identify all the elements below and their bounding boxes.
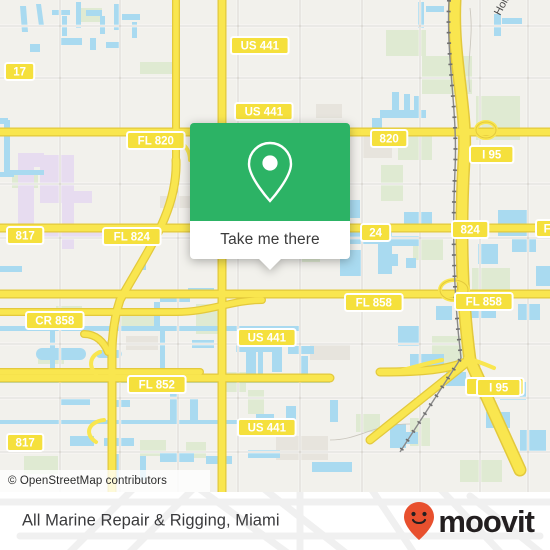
road-shield-label: CR 858 xyxy=(35,316,75,328)
road-shield-label: FL 852 xyxy=(139,380,175,392)
road-shield-label: FL 858 xyxy=(466,297,503,309)
road-shield: 817 xyxy=(6,433,45,452)
place-popup-card[interactable]: Take me there xyxy=(190,123,350,270)
road-shield: CR 858 xyxy=(25,311,85,330)
moovit-wordmark: moovit xyxy=(438,503,535,539)
road-shield: FL 858 xyxy=(344,293,404,312)
place-title: All Marine Repair & Rigging, Miami xyxy=(22,511,280,530)
road-shield-label: US 441 xyxy=(245,107,284,119)
road-shield: 24 xyxy=(360,223,392,242)
osm-attribution[interactable]: © OpenStreetMap contributors xyxy=(0,470,210,492)
footer-bar: All Marine Repair & Rigging, Miami moovi… xyxy=(0,492,550,550)
road-shield-label: FL 858 xyxy=(356,298,393,310)
road-shield: FL 852 xyxy=(127,375,187,394)
road-shield: 817 xyxy=(6,226,45,245)
road-shield-label: US 441 xyxy=(241,41,280,53)
popup-icon-area xyxy=(190,123,350,221)
road-shield: US 441 xyxy=(230,36,290,55)
road-shield-label: 17 xyxy=(13,67,26,79)
road-shield: FL 824 xyxy=(102,227,162,246)
popup-action-area[interactable]: Take me there xyxy=(190,221,350,270)
road-shield-label: 817 xyxy=(16,438,35,450)
osm-attribution-text: © OpenStreetMap contributors xyxy=(8,475,167,487)
road-shield-label: US 441 xyxy=(248,423,287,435)
road-shield-label: 824 xyxy=(461,225,481,237)
moovit-map-screenshot: US 441 US 441 FL 820 820 I 95 17 817 FL 824 824 F… xyxy=(0,0,550,550)
location-pin-icon xyxy=(247,141,293,203)
road-shield: FL 858 xyxy=(454,292,514,311)
moovit-pin-icon xyxy=(404,502,435,540)
road-shield-label: I 95 xyxy=(489,383,509,395)
popup-tail xyxy=(259,259,281,270)
road-shield: 17 xyxy=(4,62,36,81)
road-shield: FL 820 xyxy=(126,131,186,150)
road-shield-label: 24 xyxy=(369,228,382,240)
road-shield: FL xyxy=(535,219,550,238)
road-shield: 820 xyxy=(370,129,409,148)
road-shield-label: FL xyxy=(544,224,550,236)
moovit-brand-logo[interactable]: moovit xyxy=(402,501,535,541)
road-shield: US 441 xyxy=(237,418,297,437)
road-shield-label: 820 xyxy=(380,134,399,146)
road-shield-label: FL 820 xyxy=(138,136,174,148)
road-shield-label: US 441 xyxy=(248,333,287,345)
road-shield: US 441 xyxy=(234,102,294,121)
road-shield: US 441 xyxy=(237,328,297,347)
road-shield-label: I 95 xyxy=(482,150,502,162)
road-shield: 824 xyxy=(451,220,490,239)
road-shield: I 95 xyxy=(476,378,522,397)
road-shield-label: FL 824 xyxy=(114,232,151,244)
road-shield: I 95 xyxy=(469,145,515,164)
road-shield-label: 817 xyxy=(16,231,35,243)
take-me-there-button[interactable]: Take me there xyxy=(220,231,320,249)
